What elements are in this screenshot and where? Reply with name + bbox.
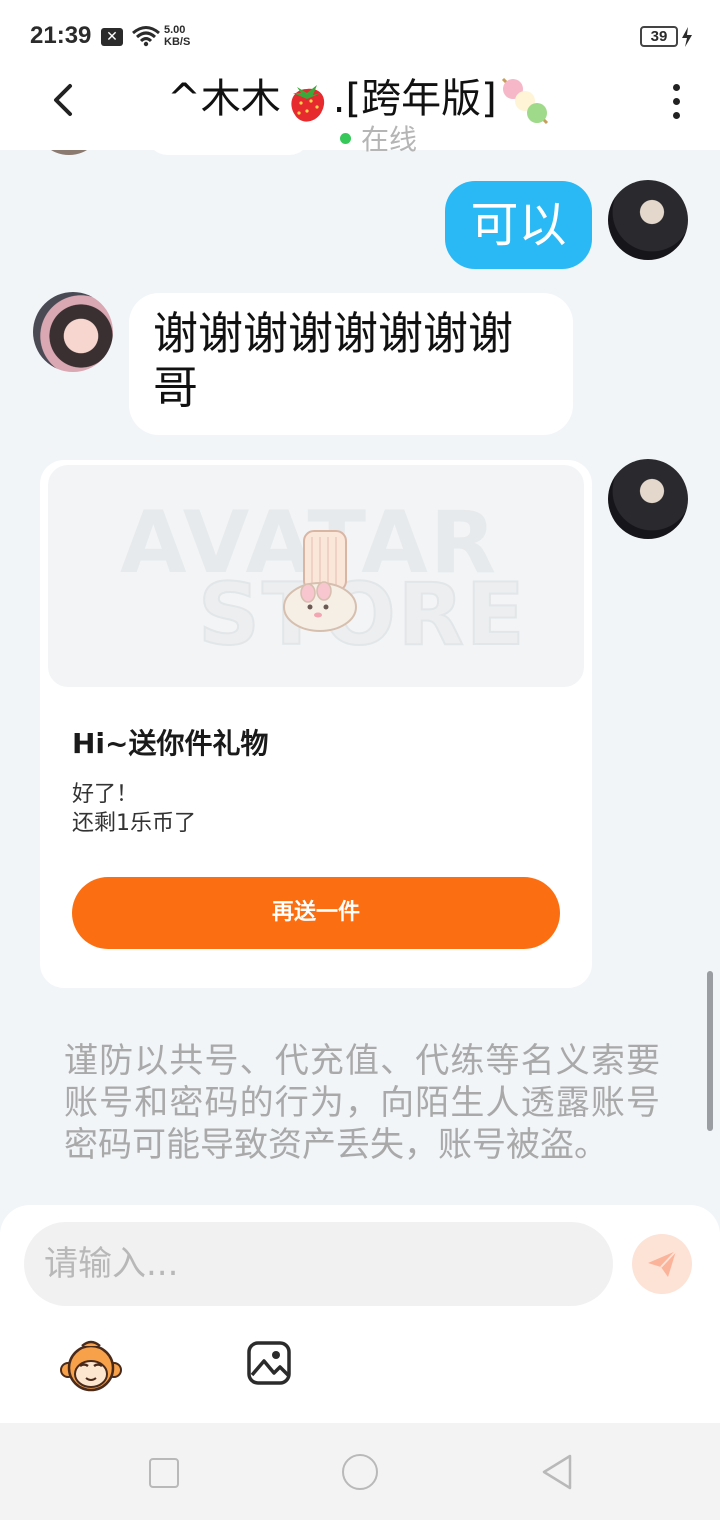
gift-card: AVATAR STORE Hi~送你件礼物 好了！ 还剩1乐币了 再送一件: [40, 460, 592, 988]
message-input[interactable]: [24, 1222, 613, 1306]
home-button[interactable]: [342, 1454, 378, 1490]
send-another-gift-button[interactable]: 再送一件: [72, 877, 560, 949]
net-speed: 5.00 KB/S: [164, 24, 190, 48]
gift-image[interactable]: AVATAR STORE: [48, 465, 584, 687]
monkey-emoji-icon: [60, 1340, 122, 1392]
more-dot: [672, 112, 680, 119]
dango-icon: [501, 77, 548, 125]
gift-message: 好了！ 还剩1乐币了: [72, 782, 196, 836]
security-warning: 谨防以共号、代充值、代练等名义索要账号和密码的行为，向陌生人透露账号密码可能导致…: [64, 1041, 660, 1165]
strawberry-icon: [291, 85, 324, 122]
close-box-icon: ✕: [101, 28, 123, 46]
emoji-button[interactable]: [60, 1338, 122, 1394]
scrollbar[interactable]: [707, 971, 713, 1131]
chat-title-prefix: ^木木: [167, 76, 281, 122]
status-bar: 21:39 ✕ 5.00 KB/S 39: [0, 0, 720, 64]
image-button[interactable]: [246, 1339, 294, 1387]
my-message-bubble[interactable]: 可以: [445, 181, 592, 269]
battery-indicator: 39: [640, 26, 678, 47]
image-icon: [247, 1341, 291, 1385]
my-avatar[interactable]: [608, 180, 688, 260]
online-dot-icon: [340, 132, 351, 144]
net-speed-value: 5.00: [164, 24, 186, 36]
send-icon: [648, 1250, 677, 1277]
chat-header: ^木木 .[跨年版] 在线: [0, 64, 720, 156]
system-nav-bar: [0, 1423, 720, 1520]
send-button[interactable]: [632, 1234, 692, 1294]
chat-message-list[interactable]: 可以 谢谢谢谢谢谢谢谢哥 AVATAR STORE Hi~送你件礼物 好了！ 还: [0, 150, 720, 1205]
more-options-button[interactable]: [664, 84, 688, 124]
contact-message-bubble[interactable]: 谢谢谢谢谢谢谢谢哥: [129, 293, 573, 435]
recent-apps-button[interactable]: [149, 1458, 179, 1488]
more-vertical-icon: [672, 84, 680, 91]
previous-message-bubble: [146, 150, 311, 155]
my-avatar[interactable]: [608, 459, 688, 539]
gift-title: Hi~送你件礼物: [72, 727, 269, 760]
net-speed-unit: KB/S: [164, 36, 191, 48]
chat-title-suffix: .[跨年版]: [332, 76, 497, 122]
status-time: 21:39: [30, 22, 92, 49]
nav-back-button[interactable]: [540, 1453, 574, 1491]
input-panel: [0, 1205, 720, 1423]
wifi-icon: [132, 26, 160, 47]
sock-slipper-icon: [283, 530, 357, 632]
bolt-icon: [682, 27, 692, 47]
avatar: [34, 150, 104, 155]
contact-avatar[interactable]: [33, 292, 113, 372]
more-dot: [672, 98, 680, 105]
